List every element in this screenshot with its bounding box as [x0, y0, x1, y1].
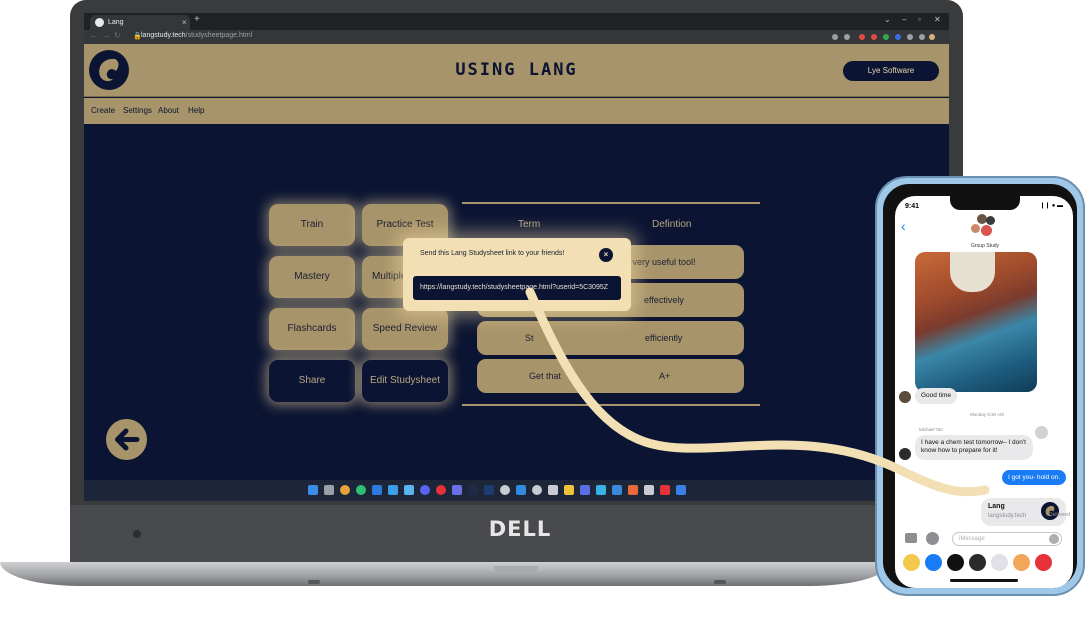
composite-scene: DELL Lang × + ⌄ – ▫ ✕ ←→↻ 🔒 langstudy.te…: [0, 0, 1092, 617]
share-flow-curve: [525, 287, 990, 497]
